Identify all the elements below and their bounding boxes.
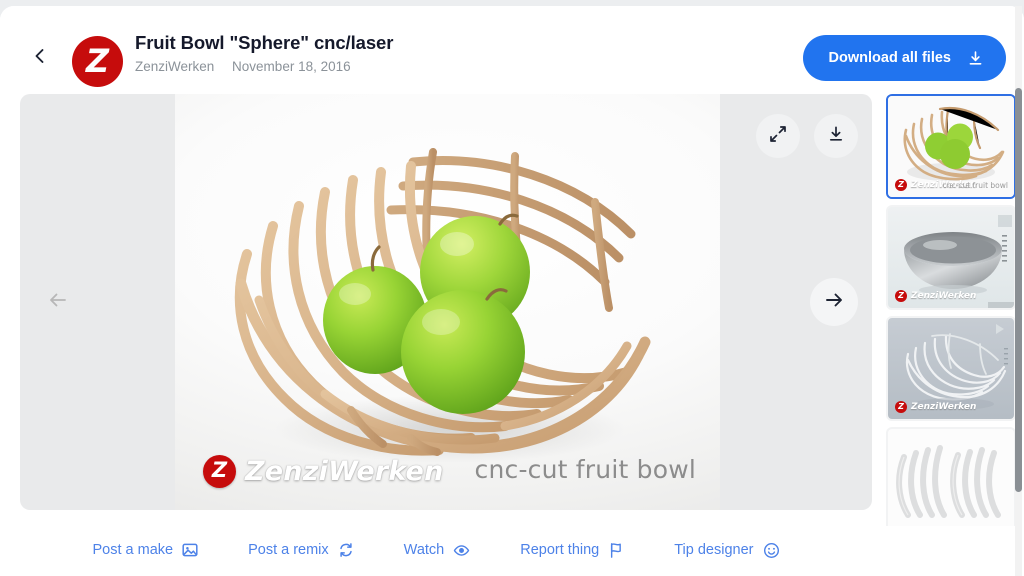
download-image-button[interactable]: [814, 114, 858, 158]
watermark-logo-letter: Z: [211, 458, 228, 482]
eye-icon: [453, 542, 470, 559]
expand-icon: [769, 125, 787, 148]
next-image-button[interactable]: [810, 278, 858, 326]
watermark-logo-icon: Z: [203, 455, 236, 488]
thumbnail-logo-icon-2: Z: [895, 290, 907, 302]
thumbnail-rail[interactable]: Z ZenziWerken cnc-cut fruit bowl Z Zenzi…: [886, 94, 1020, 526]
post-a-make-label: Post a make: [92, 542, 174, 558]
download-all-label: Download all files: [828, 50, 951, 66]
thumbnail-watermark-2: Z ZenziWerken: [895, 290, 976, 302]
flag-icon: [608, 542, 624, 559]
published-date: November 18, 2016: [232, 59, 351, 74]
watermark-brand: ZenziWerken: [245, 456, 444, 487]
thumbnail-logo-icon-1: Z: [895, 179, 907, 191]
image-icon: [182, 542, 198, 558]
image-watermark: Z ZenziWerken: [203, 455, 444, 488]
page-header: Z Fruit Bowl "Sphere" cnc/laser ZenziWer…: [0, 6, 1024, 88]
expand-image-button[interactable]: [756, 114, 800, 158]
image-viewer[interactable]: Z ZenziWerken cnc-cut fruit bowl: [20, 94, 872, 510]
arrow-right-icon: [823, 289, 845, 316]
thumbnail-item-1[interactable]: Z ZenziWerken cnc-cut fruit bowl: [886, 94, 1016, 199]
thumbnail-brand-3: ZenziWerken: [911, 402, 977, 412]
thumbnail-logo-icon-3: Z: [895, 401, 907, 413]
scrollbar-thumb[interactable]: [1015, 88, 1022, 492]
main-image: Z ZenziWerken cnc-cut fruit bowl: [175, 94, 720, 510]
back-button[interactable]: [24, 40, 56, 72]
chevron-left-icon: [31, 47, 49, 65]
download-icon: [967, 50, 984, 67]
thumbnail-watermark-3: Z ZenziWerken: [895, 401, 976, 413]
post-a-make-button[interactable]: Post a make: [92, 542, 198, 558]
thing-page: Z Fruit Bowl "Sphere" cnc/laser ZenziWer…: [0, 6, 1024, 576]
thumbnail-caption-1: cnc-cut fruit bowl: [942, 181, 1008, 190]
report-thing-button[interactable]: Report thing: [520, 542, 624, 559]
title-block: Fruit Bowl "Sphere" cnc/laser ZenziWerke…: [135, 32, 393, 76]
thumbnail-art-4: [888, 429, 1014, 526]
tip-designer-label: Tip designer: [674, 542, 754, 558]
thumbnail-item-3[interactable]: Z ZenziWerken: [886, 316, 1016, 421]
remix-icon: [338, 542, 354, 558]
watch-button[interactable]: Watch: [404, 542, 471, 559]
smiley-icon: [763, 542, 780, 559]
avatar-letter: Z: [85, 41, 110, 80]
arrow-left-icon: [47, 289, 69, 316]
author-link[interactable]: ZenziWerken: [135, 59, 214, 74]
page-title: Fruit Bowl "Sphere" cnc/laser: [135, 32, 394, 53]
thumbnail-brand-2: ZenziWerken: [911, 291, 977, 301]
report-thing-label: Report thing: [520, 542, 600, 558]
tip-designer-button[interactable]: Tip designer: [674, 542, 779, 559]
previous-image-button[interactable]: [34, 278, 82, 326]
thumbnail-item-2[interactable]: Z ZenziWerken: [886, 205, 1016, 310]
byline: ZenziWerken November 18, 2016: [135, 58, 393, 76]
watermark-caption: cnc-cut fruit bowl: [474, 455, 696, 484]
watch-label: Watch: [403, 542, 445, 558]
action-bar: Post a make Post a remix Watch Report th…: [0, 528, 872, 572]
avatar[interactable]: Z: [72, 36, 123, 87]
thumbnail-item-4[interactable]: [886, 427, 1016, 526]
download-icon: [827, 125, 845, 148]
download-all-files-button[interactable]: Download all files: [802, 35, 1006, 81]
post-a-remix-label: Post a remix: [248, 542, 329, 558]
post-a-remix-button[interactable]: Post a remix: [248, 542, 354, 558]
